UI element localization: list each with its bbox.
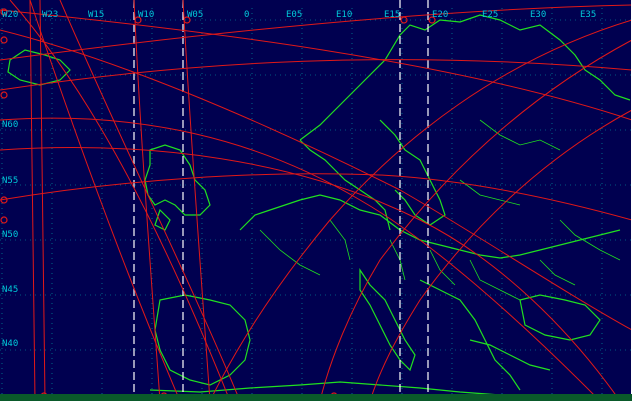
satellite-track — [0, 117, 601, 401]
british-isles-coast — [144, 144, 211, 231]
lat-lon-grid — [0, 8, 632, 395]
top-label: E20 — [432, 10, 449, 20]
iberia-coast — [154, 294, 251, 386]
baltic-coast — [379, 119, 446, 226]
satellite-track — [0, 9, 632, 121]
top-label: E05 — [286, 10, 303, 20]
track-marker — [0, 91, 8, 99]
track-marker — [0, 216, 8, 224]
satellite-track — [209, 19, 632, 401]
left-label: N40 — [2, 339, 19, 349]
scandinavia-coast — [299, 14, 631, 231]
satellite-track — [319, 39, 632, 401]
satellite-track — [0, 173, 632, 221]
satellite-track-map[interactable]: W20 W23 W15 W10 W05 0 E05 E10 E15 E20 E2… — [0, 0, 632, 401]
satellite-tracks — [0, 0, 632, 401]
left-label: N60 — [2, 120, 19, 130]
italy-coast — [359, 268, 416, 372]
top-label: E25 — [482, 10, 499, 20]
top-label: E15 — [384, 10, 401, 20]
track-marker — [400, 16, 408, 24]
satellite-track — [133, 0, 161, 401]
top-label: E35 — [580, 10, 597, 20]
coastlines — [7, 14, 631, 396]
top-label: 0 — [244, 10, 250, 20]
continental-coast — [239, 194, 621, 259]
satellite-track — [29, 0, 36, 401]
left-label: N55 — [2, 176, 19, 186]
top-label: W05 — [187, 10, 204, 20]
left-label: N50 — [2, 230, 19, 240]
satellite-track — [39, 0, 46, 401]
top-label: W15 — [88, 10, 105, 20]
black-sea-coast — [519, 294, 601, 341]
satellite-track — [369, 109, 632, 401]
top-label: W23 — [42, 10, 59, 20]
top-label: E30 — [530, 10, 547, 20]
top-label: W10 — [138, 10, 155, 20]
track-markers — [0, 8, 436, 400]
left-label: N45 — [2, 285, 19, 295]
status-strip — [0, 394, 632, 401]
satellite-track — [182, 0, 211, 401]
top-label: E10 — [336, 10, 353, 20]
map-canvas[interactable] — [0, 0, 632, 401]
balkans-coast — [419, 279, 551, 391]
satellite-track — [59, 0, 241, 401]
top-label: W20 — [2, 10, 19, 20]
track-marker — [0, 36, 8, 44]
